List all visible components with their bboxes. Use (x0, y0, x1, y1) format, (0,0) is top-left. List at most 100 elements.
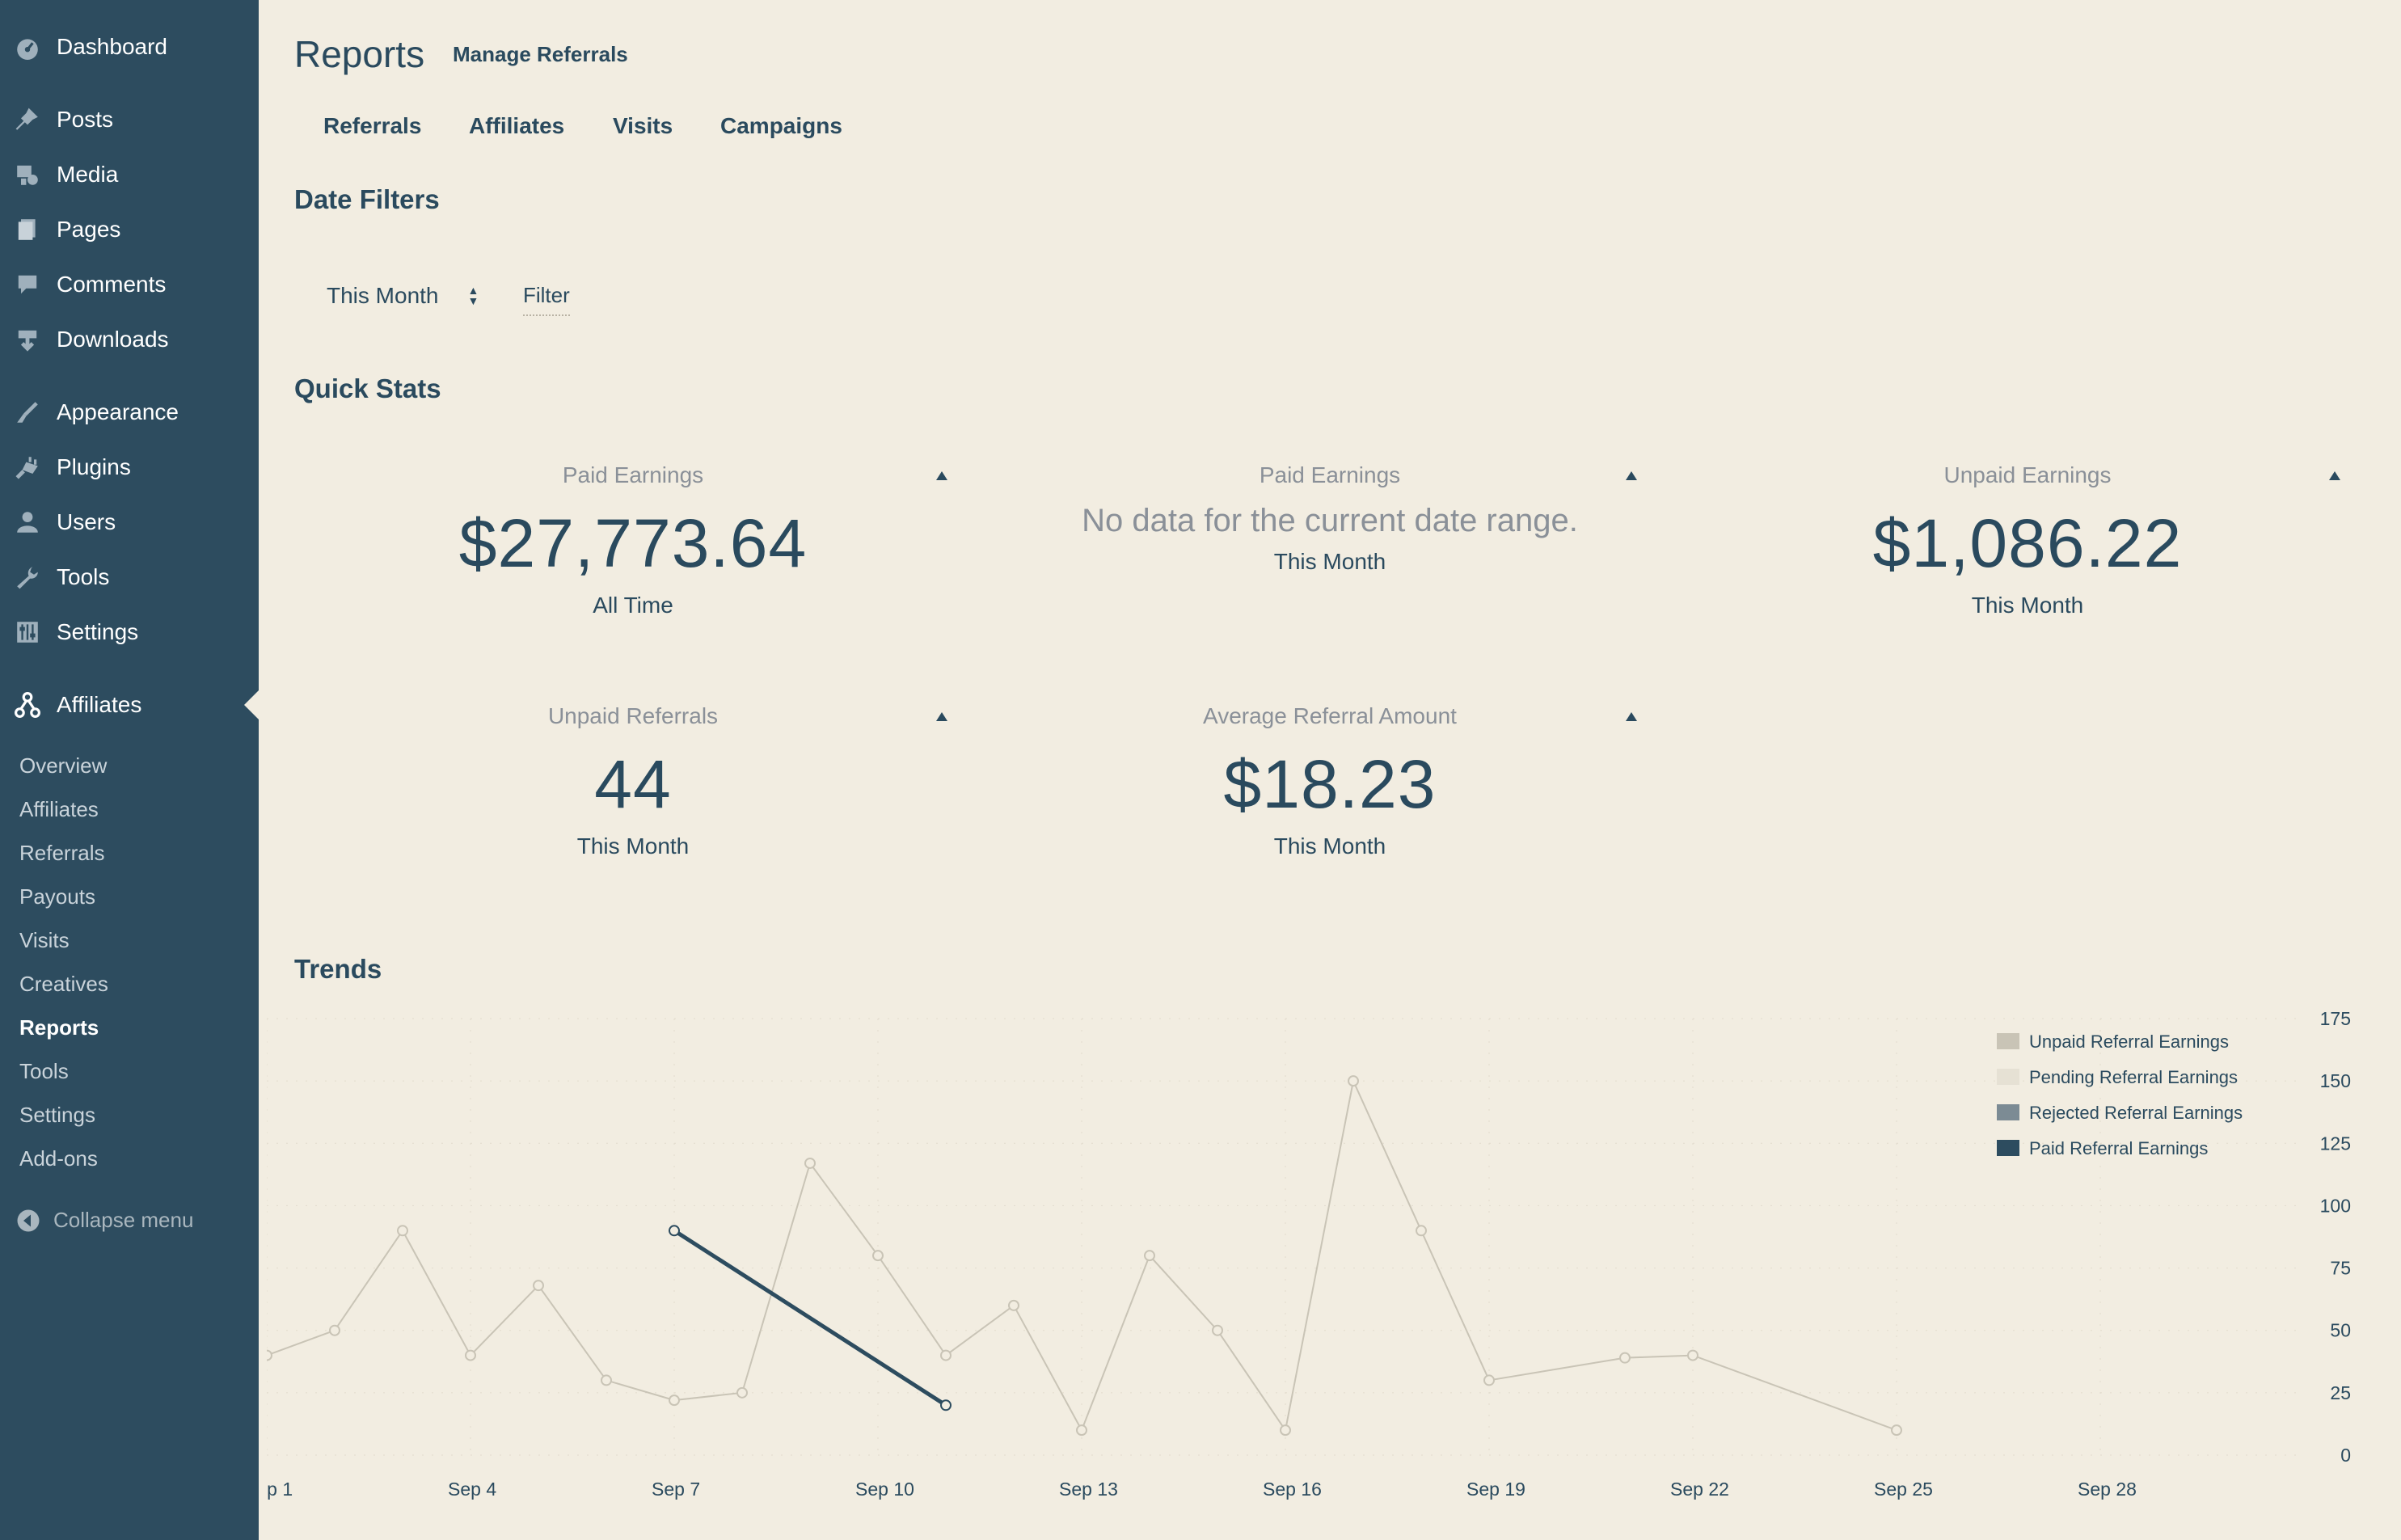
series-line (673, 1229, 947, 1407)
stat-card-unpaid-earnings: Unpaid Earnings $1,086.22 This Month (1680, 462, 2375, 618)
submenu-item-tools[interactable]: Tools (19, 1059, 69, 1084)
data-point (872, 1250, 884, 1262)
dashboard-icon (13, 32, 42, 61)
sidebar-item-posts[interactable]: Posts (0, 95, 259, 144)
sidebar-item-label: Affiliates (57, 692, 142, 717)
sidebar-item-label: Comments (57, 272, 167, 297)
brush-icon (13, 398, 42, 427)
submenu-item-affiliates[interactable]: Affiliates (19, 797, 99, 822)
data-point (329, 1324, 340, 1336)
stat-value: $27,773.64 (458, 505, 808, 581)
sidebar-item-appearance[interactable]: Appearance (0, 388, 259, 437)
sidebar-item-comments[interactable]: Comments (0, 260, 259, 309)
toggle-card-icon[interactable] (1626, 471, 1637, 480)
sidebar-item-tools[interactable]: Tools (0, 553, 259, 601)
data-point (1144, 1250, 1155, 1262)
date-range-value: This Month (327, 283, 439, 308)
sidebar-item-dashboard[interactable]: Dashboard (0, 23, 259, 71)
sidebar-item-plugins[interactable]: Plugins (0, 443, 259, 492)
data-point (1416, 1225, 1427, 1237)
main-content: Reports Manage Referrals Referrals Affil… (259, 0, 2401, 1540)
sidebar-item-label: Tools (57, 564, 110, 589)
stat-period: This Month (1971, 593, 2084, 618)
manage-referrals-link[interactable]: Manage Referrals (453, 42, 628, 67)
collapse-menu-label: Collapse menu (53, 1208, 194, 1232)
stat-period: This Month (1273, 833, 1386, 859)
stat-value: 44 (594, 746, 672, 822)
x-tick-label: Sep 4 (448, 1479, 496, 1500)
x-tick-label: Sep 16 (1263, 1479, 1322, 1500)
y-tick-label: 100 (2320, 1195, 2351, 1216)
data-point (1348, 1075, 1359, 1087)
submenu-item-referrals[interactable]: Referrals (19, 841, 104, 866)
tab-affiliates[interactable]: Affiliates (469, 113, 564, 139)
sidebar-item-media[interactable]: Media (0, 150, 259, 199)
toggle-card-icon[interactable] (936, 471, 947, 480)
sidebar-item-downloads[interactable]: Downloads (0, 315, 259, 364)
stat-label: Unpaid Earnings (1943, 462, 2112, 487)
quick-stats-heading: Quick Stats (294, 373, 441, 403)
submenu-item-settings[interactable]: Settings (19, 1103, 95, 1128)
submenu-item-visits[interactable]: Visits (19, 928, 70, 953)
y-tick-label: 75 (2330, 1258, 2351, 1279)
tab-campaigns[interactable]: Campaigns (720, 113, 842, 139)
user-icon (13, 508, 42, 537)
data-point (1619, 1352, 1631, 1364)
data-point (1687, 1349, 1698, 1361)
filter-button[interactable]: Filter (523, 283, 570, 316)
download-icon (13, 325, 42, 354)
sidebar-item-users[interactable]: Users (0, 498, 259, 546)
stat-label: Paid Earnings (1259, 462, 1401, 487)
data-point (940, 1349, 952, 1361)
admin-sidebar: Dashboard Posts Media Pages Comments Download… (0, 0, 259, 1540)
sidebar-item-label: Downloads (57, 327, 169, 352)
trends-heading: Trends (294, 954, 382, 984)
submenu-item-reports[interactable]: Reports (19, 1015, 99, 1040)
data-point (1212, 1324, 1223, 1336)
legend-swatch (1997, 1140, 2019, 1156)
x-tick-label: Sep 22 (1670, 1479, 1729, 1500)
toggle-card-icon[interactable] (1626, 712, 1637, 721)
data-point (465, 1349, 476, 1361)
collapse-arrow-icon (17, 1209, 40, 1231)
x-tick-label: Sep 10 (855, 1479, 914, 1500)
stat-value: $18.23 (1223, 746, 1437, 822)
toggle-card-icon[interactable] (2329, 471, 2340, 480)
sidebar-item-label: Pages (57, 217, 121, 242)
data-point (736, 1386, 748, 1399)
y-tick-label: 25 (2330, 1382, 2351, 1403)
sidebar-item-label: Settings (57, 619, 139, 644)
sidebar-item-label: Appearance (57, 399, 179, 424)
legend-label: Unpaid Referral Earnings (2029, 1032, 2229, 1052)
x-tick-label: Sep 28 (2078, 1479, 2137, 1500)
data-point (1076, 1424, 1087, 1437)
sidebar-item-label: Plugins (57, 454, 131, 479)
y-tick-label: 0 (2340, 1445, 2351, 1466)
submenu-item-overview[interactable]: Overview (19, 753, 107, 778)
sidebar-item-affiliates[interactable]: Affiliates (0, 681, 259, 729)
sidebar-item-settings[interactable]: Settings (0, 608, 259, 656)
submenu-item-add-ons[interactable]: Add-ons (19, 1146, 98, 1171)
comment-icon (13, 270, 42, 299)
collapse-menu-button[interactable]: Collapse menu (16, 1208, 193, 1233)
data-point (669, 1225, 680, 1237)
x-tick-label: Sep 25 (1874, 1479, 1933, 1500)
tab-referrals[interactable]: Referrals (323, 113, 421, 139)
stat-label: Unpaid Referrals (547, 703, 719, 728)
stat-card-paid-earnings-all-time: Paid Earnings $27,773.64 All Time (285, 462, 981, 618)
legend-swatch (1997, 1069, 2019, 1085)
tab-visits[interactable]: Visits (613, 113, 673, 139)
toggle-card-icon[interactable] (936, 712, 947, 721)
data-point (397, 1225, 408, 1237)
pin-icon (13, 105, 42, 134)
data-point (1891, 1424, 1902, 1437)
sidebar-item-pages[interactable]: Pages (0, 205, 259, 254)
legend-swatch (1997, 1033, 2019, 1049)
submenu-item-creatives[interactable]: Creatives (19, 972, 108, 997)
date-range-select[interactable]: This Month ▲ ▼ (327, 283, 479, 309)
submenu-item-payouts[interactable]: Payouts (19, 884, 95, 909)
legend-label: Rejected Referral Earnings (2029, 1103, 2243, 1123)
data-point (601, 1374, 612, 1386)
stat-period: All Time (593, 593, 673, 618)
pages-icon (13, 215, 42, 244)
